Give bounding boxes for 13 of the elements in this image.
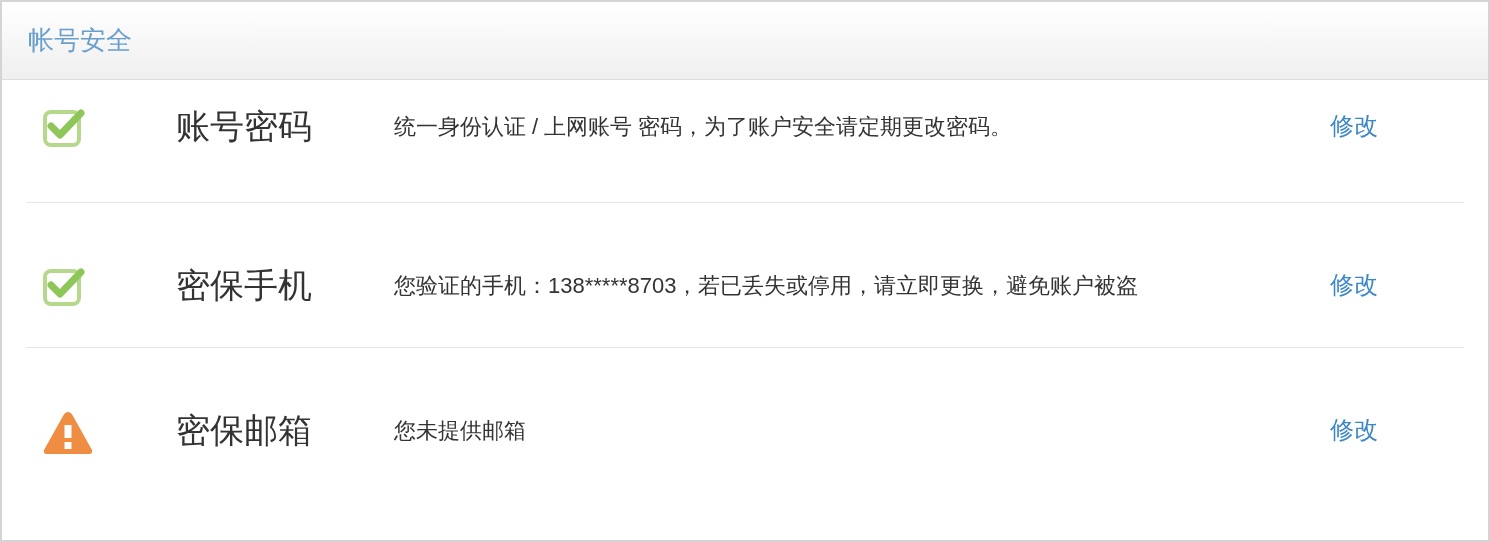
edit-link[interactable]: 修改 <box>1330 408 1378 452</box>
checkbox-check-icon <box>42 265 86 307</box>
warning-icon <box>42 410 94 456</box>
item-description: 您验证的手机：138*****8703，若已丢失或停用，请立即更换，避免账户被盗 <box>394 272 1140 300</box>
item-description: 统一身份认证 / 上网账号 密码，为了账户安全请定期更改密码。 <box>394 113 1014 141</box>
item-name: 账号密码 <box>176 106 313 147</box>
panel-title: 帐号安全 <box>28 24 132 57</box>
checkbox-check-icon <box>42 106 86 148</box>
item-name: 密保手机 <box>176 265 313 306</box>
edit-link[interactable]: 修改 <box>1330 263 1378 307</box>
edit-link[interactable]: 修改 <box>1330 104 1378 148</box>
item-description: 您未提供邮箱 <box>394 417 527 445</box>
item-name: 密保邮箱 <box>176 410 313 451</box>
